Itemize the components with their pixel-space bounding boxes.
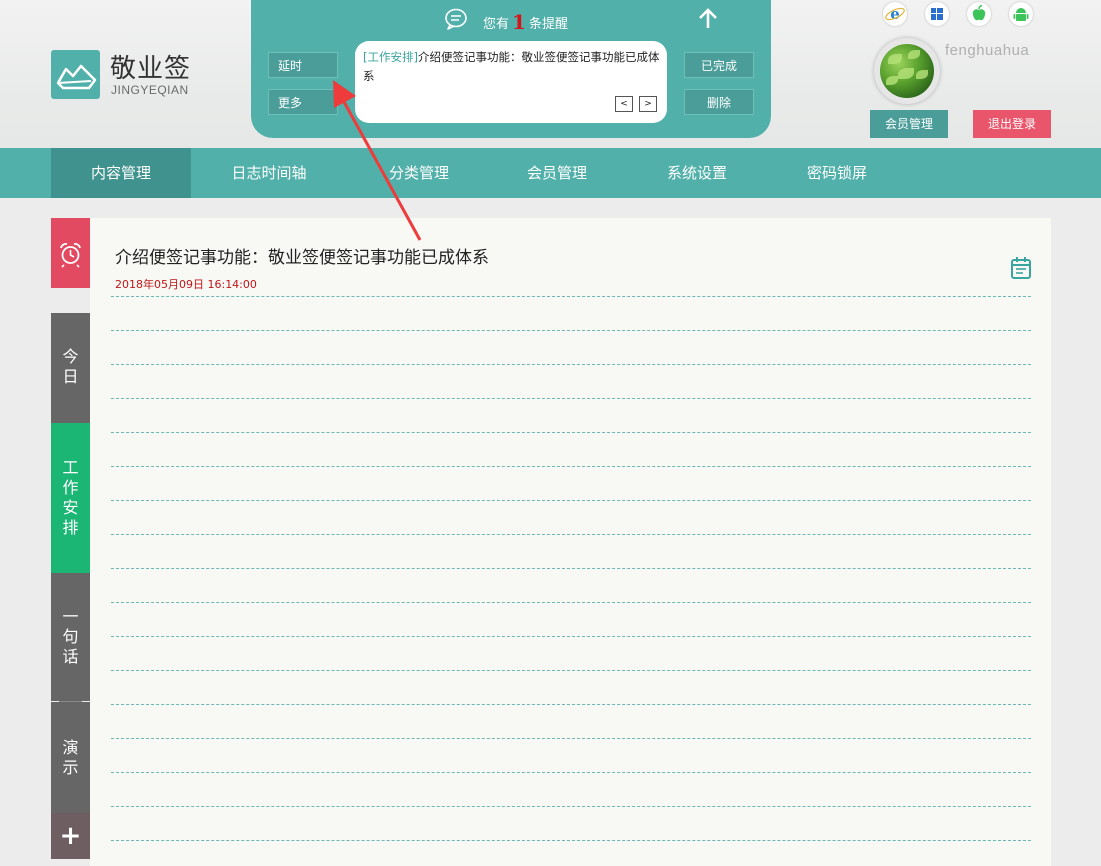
annotation-arrow (333, 80, 422, 241)
